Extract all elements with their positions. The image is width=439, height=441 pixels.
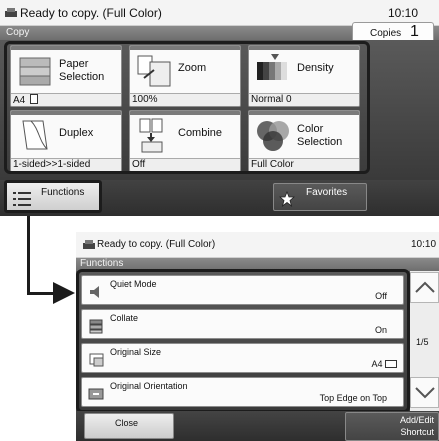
function-grid-highlight: [4, 41, 370, 174]
clock: 10:10: [388, 6, 419, 20]
chevron-down-icon: [415, 387, 435, 399]
functions-button[interactable]: Functions: [4, 180, 102, 213]
printer-status-icon: [83, 240, 95, 249]
add-edit-label: Add/Edit: [399, 415, 434, 425]
favorites-button[interactable]: Favorites: [273, 183, 367, 211]
star-icon: [279, 191, 295, 207]
functions-clock: 10:10: [411, 239, 437, 250]
functions-label: Functions: [41, 187, 85, 198]
functions-status-message: Ready to copy. (Full Color): [97, 239, 216, 250]
add-edit-shortcut-button[interactable]: Add/Edit Shortcut: [345, 412, 439, 441]
close-button[interactable]: Close: [84, 413, 174, 439]
favorites-label: Favorites: [306, 187, 348, 198]
copies-count: 1: [410, 23, 419, 40]
copies-label: Copies: [370, 28, 402, 39]
shortcut-label: Shortcut: [400, 427, 434, 437]
functions-list-highlight: [76, 269, 410, 413]
connector-arrow-icon: [53, 282, 75, 304]
status-message: Ready to copy. (Full Color): [20, 6, 162, 20]
functions-title: Functions: [80, 258, 124, 269]
copy-screen: Ready to copy. (Full Color) 10:10 Copy C…: [0, 0, 439, 220]
scroll-down-button[interactable]: [410, 377, 439, 408]
printer-status-icon: [5, 8, 17, 17]
chevron-up-icon: [415, 281, 435, 293]
page-indicator: 1/5: [416, 337, 429, 347]
copies-tab[interactable]: Copies 1: [352, 22, 434, 41]
connector-line-horizontal: [27, 292, 55, 295]
functions-status-bar: Ready to copy. (Full Color) 10:10: [76, 232, 439, 258]
list-icon: [13, 192, 31, 206]
close-label: Close: [115, 418, 139, 428]
connector-line-vertical: [27, 216, 30, 294]
scroll-up-button[interactable]: [410, 272, 439, 303]
screen-title: Copy: [6, 27, 30, 38]
